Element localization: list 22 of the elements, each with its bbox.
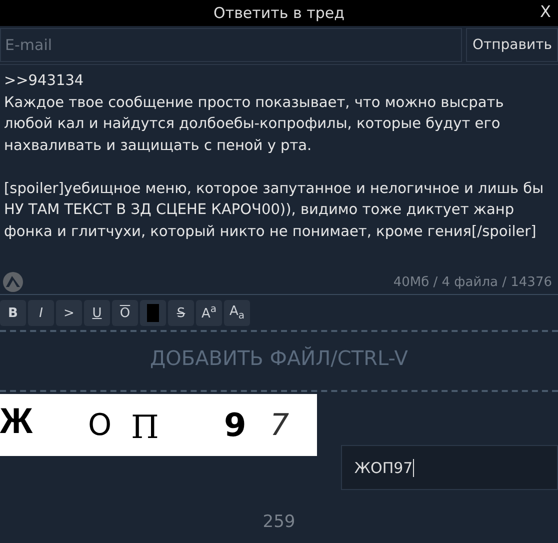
captcha-character: 7 — [270, 408, 290, 443]
format-button[interactable]: B — [0, 300, 26, 326]
character-counter: 259 — [262, 512, 296, 532]
email-field[interactable]: E-mail — [0, 28, 462, 62]
format-button[interactable]: A$_{a}$ — [224, 300, 250, 326]
mountain-icon[interactable] — [3, 272, 23, 292]
window-title: Ответить в тред — [214, 4, 344, 22]
format-button[interactable]: S — [168, 300, 194, 326]
upload-limits: 40Мб / 4 файла / 14376 — [393, 274, 552, 290]
captcha-character: 9 — [224, 406, 246, 444]
captcha-field[interactable]: ЖОП97 — [341, 445, 558, 490]
format-button[interactable]: A$^{a}$ — [196, 300, 222, 326]
send-button[interactable]: Отправить — [466, 28, 558, 62]
format-button[interactable]: U — [84, 300, 110, 326]
spoiler-button[interactable] — [140, 300, 166, 326]
message-field[interactable]: >>943134 Каждое твое сообщение просто показывает, что можно высрать любой кал и найдутся долбоебы-копрофилы, которые будут его нахваливать и защищать с пеной у рта. [spoiler]уебищное меню, которое запутанное и нелогичное и лишь бы НУ ТАМ ТЕКСТ В ЗД СЦЕНЕ КАРОЧ00)), видимо тоже диктует жанр фонка и глитчухи, который никто не понимает, кроме гения[/spoiler] 40Мб / 4 файла / 14376 — [0, 64, 558, 295]
format-button[interactable]: O — [112, 300, 138, 326]
close-button[interactable]: X — [537, 2, 554, 21]
captcha-character: О — [88, 408, 112, 443]
format-button[interactable]: > — [56, 300, 82, 326]
format-button[interactable]: I — [28, 300, 54, 326]
captcha-character: П — [131, 408, 159, 446]
